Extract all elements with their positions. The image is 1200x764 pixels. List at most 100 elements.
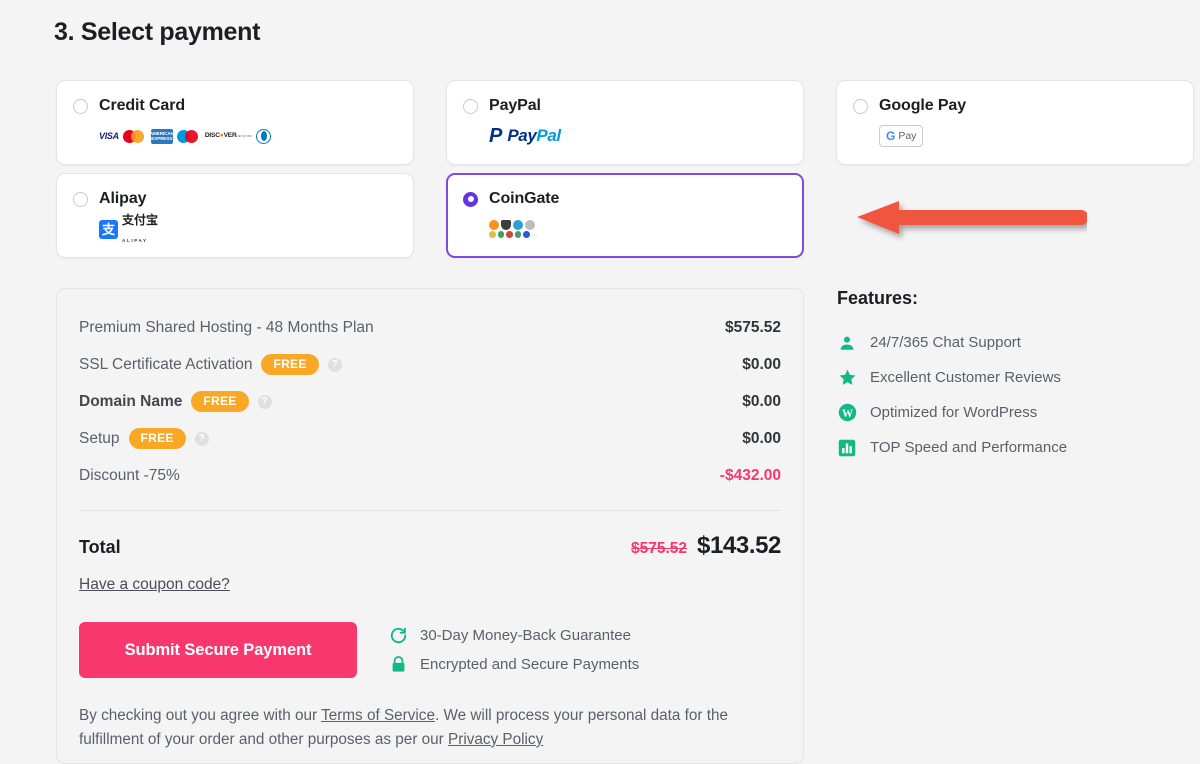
summary-line-item: SSL Certificate Activation FREE ? $0.00 [79, 346, 781, 383]
coingate-crypto-logos: ... [489, 218, 787, 240]
coupon-code-link[interactable]: Have a coupon code? [79, 576, 230, 594]
alipay-logos: 支 支付宝 ALIPAY [99, 214, 397, 243]
svg-text:W: W [841, 408, 852, 420]
features-title: Features: [837, 288, 919, 308]
litecoin-icon [525, 220, 535, 231]
legal-disclaimer: By checking out you agree with our Terms… [79, 704, 769, 751]
help-icon[interactable]: ? [257, 394, 272, 409]
crypto-row-primary [489, 220, 538, 231]
alipay-english-text: ALIPAY [122, 238, 148, 243]
feature-text: Optimized for WordPress [870, 404, 1038, 421]
line-item-left: Domain Name FREE ? [79, 391, 272, 412]
summary-line-item: Premium Shared Hosting - 48 Months Plan … [79, 309, 781, 346]
payment-method-list: Credit Card VISA AMERICAN EXPRESS DISC ● VE… [56, 80, 1194, 258]
crypto-row-secondary: ... [489, 231, 538, 238]
summary-line-item: Setup FREE ? $0.00 [79, 420, 781, 457]
total-values: $575.52 $143.52 [631, 532, 781, 560]
assurance-text: Encrypted and Secure Payments [420, 656, 640, 673]
total-original-price: $575.52 [631, 540, 688, 557]
help-icon[interactable]: ? [327, 357, 342, 372]
order-summary-panel: Premium Shared Hosting - 48 Months Plan … [56, 288, 804, 764]
credit-card-logos: VISA AMERICAN EXPRESS DISC ● VER NETWORK [99, 125, 397, 147]
star-icon [837, 368, 857, 387]
feature-text: TOP Speed and Performance [870, 439, 1068, 456]
summary-divider [79, 510, 781, 511]
free-badge: FREE [128, 428, 186, 449]
refresh-icon [389, 626, 408, 645]
payment-method-google-pay[interactable]: Google Pay G Pay [836, 80, 1194, 165]
help-icon[interactable]: ? [194, 431, 209, 446]
method-header: Alipay [73, 188, 397, 210]
checkout-page: 3. Select payment Credit Card VISA AMERI… [0, 0, 1200, 764]
line-item-left: SSL Certificate Activation FREE ? [79, 354, 342, 375]
maestro-icon [176, 129, 201, 144]
bitcoin-icon [489, 220, 499, 231]
page-title: 3. Select payment [54, 18, 261, 46]
alipay-chinese-text: 支付宝 [122, 213, 159, 227]
total-label: Total [79, 537, 121, 557]
method-label: Google Pay [879, 97, 967, 114]
line-item-left: Premium Shared Hosting - 48 Months Plan [79, 319, 374, 337]
assurance-item: 30-Day Money-Back Guarantee [389, 626, 639, 645]
radio-credit-card[interactable] [73, 98, 88, 114]
radio-coingate[interactable] [463, 191, 478, 207]
bar-chart-icon [837, 439, 857, 457]
feature-item: Excellent Customer Reviews [837, 360, 1167, 395]
lock-icon [389, 655, 408, 674]
line-item-price: -$432.00 [719, 466, 781, 484]
free-badge: FREE [191, 391, 249, 412]
method-label: PayPal [489, 97, 541, 114]
alipay-icon: 支 支付宝 ALIPAY [99, 211, 158, 247]
line-item-name: Discount -75% [79, 466, 180, 484]
line-item-name: Premium Shared Hosting - 48 Months Plan [79, 318, 374, 336]
discover-icon: DISC ● VER NETWORK [204, 131, 253, 139]
legal-part-1: By checking out you agree with our [79, 707, 322, 724]
assurance-item: Encrypted and Secure Payments [389, 655, 639, 674]
diners-club-icon [256, 128, 272, 144]
payment-method-coingate[interactable]: CoinGate ... [446, 173, 804, 258]
payment-method-paypal[interactable]: PayPal P PayPal [446, 80, 804, 165]
mastercard-icon [122, 129, 147, 144]
feature-text: 24/7/365 Chat Support [870, 334, 1021, 351]
radio-alipay[interactable] [73, 191, 88, 207]
line-item-left: Setup FREE ? [79, 428, 209, 449]
crypto-icon-grid: ... [489, 220, 538, 238]
alipay-wordmark: 支付宝 ALIPAY [122, 211, 158, 247]
radio-google-pay[interactable] [853, 98, 868, 114]
paypal-mark: P [489, 125, 503, 147]
feature-item: W Optimized for WordPress [837, 395, 1167, 430]
paypal-logos: P PayPal [489, 125, 787, 147]
amex-icon: AMERICAN EXPRESS [150, 128, 174, 144]
paypal-wordmark: PayPal [507, 126, 561, 146]
visa-icon: VISA [99, 131, 119, 141]
more-coins-label: ... [531, 231, 539, 238]
terms-of-service-link[interactable]: Terms of Service [321, 707, 435, 724]
line-item-name: SSL Certificate Activation [79, 355, 253, 373]
paypal-word-pal: Pal [536, 126, 561, 145]
method-header: CoinGate [463, 188, 787, 210]
assurance-text: 30-Day Money-Back Guarantee [420, 627, 631, 644]
payment-method-alipay[interactable]: Alipay 支 支付宝 ALIPAY [56, 173, 414, 258]
total-final-price: $143.52 [697, 532, 781, 559]
payment-method-credit-card[interactable]: Credit Card VISA AMERICAN EXPRESS DISC ● VE… [56, 80, 414, 165]
line-item-price: $0.00 [742, 429, 781, 447]
privacy-policy-link[interactable]: Privacy Policy [448, 731, 543, 748]
line-item-price: $575.52 [724, 318, 781, 336]
tether-icon [506, 231, 513, 238]
line-item-price: $0.00 [742, 392, 781, 410]
method-label: Alipay [99, 190, 147, 207]
alipay-mark: 支 [99, 219, 118, 239]
method-header: PayPal [463, 95, 787, 117]
feature-item: 24/7/365 Chat Support [837, 325, 1167, 360]
bitcoin-cash-icon [489, 231, 496, 238]
features-panel: Features: 24/7/365 Chat Support Excellen… [837, 288, 1167, 465]
summary-line-item: Domain Name FREE ? $0.00 [79, 383, 781, 420]
method-header: Credit Card [73, 95, 397, 117]
method-label: Credit Card [99, 97, 186, 114]
paypal-word-pay: Pay [507, 126, 537, 145]
eos-icon [523, 231, 530, 238]
submit-secure-payment-button[interactable]: Submit Secure Payment [79, 622, 357, 678]
line-item-left: Discount -75% [79, 467, 180, 485]
radio-paypal[interactable] [463, 98, 478, 114]
line-item-price: $0.00 [742, 355, 781, 373]
